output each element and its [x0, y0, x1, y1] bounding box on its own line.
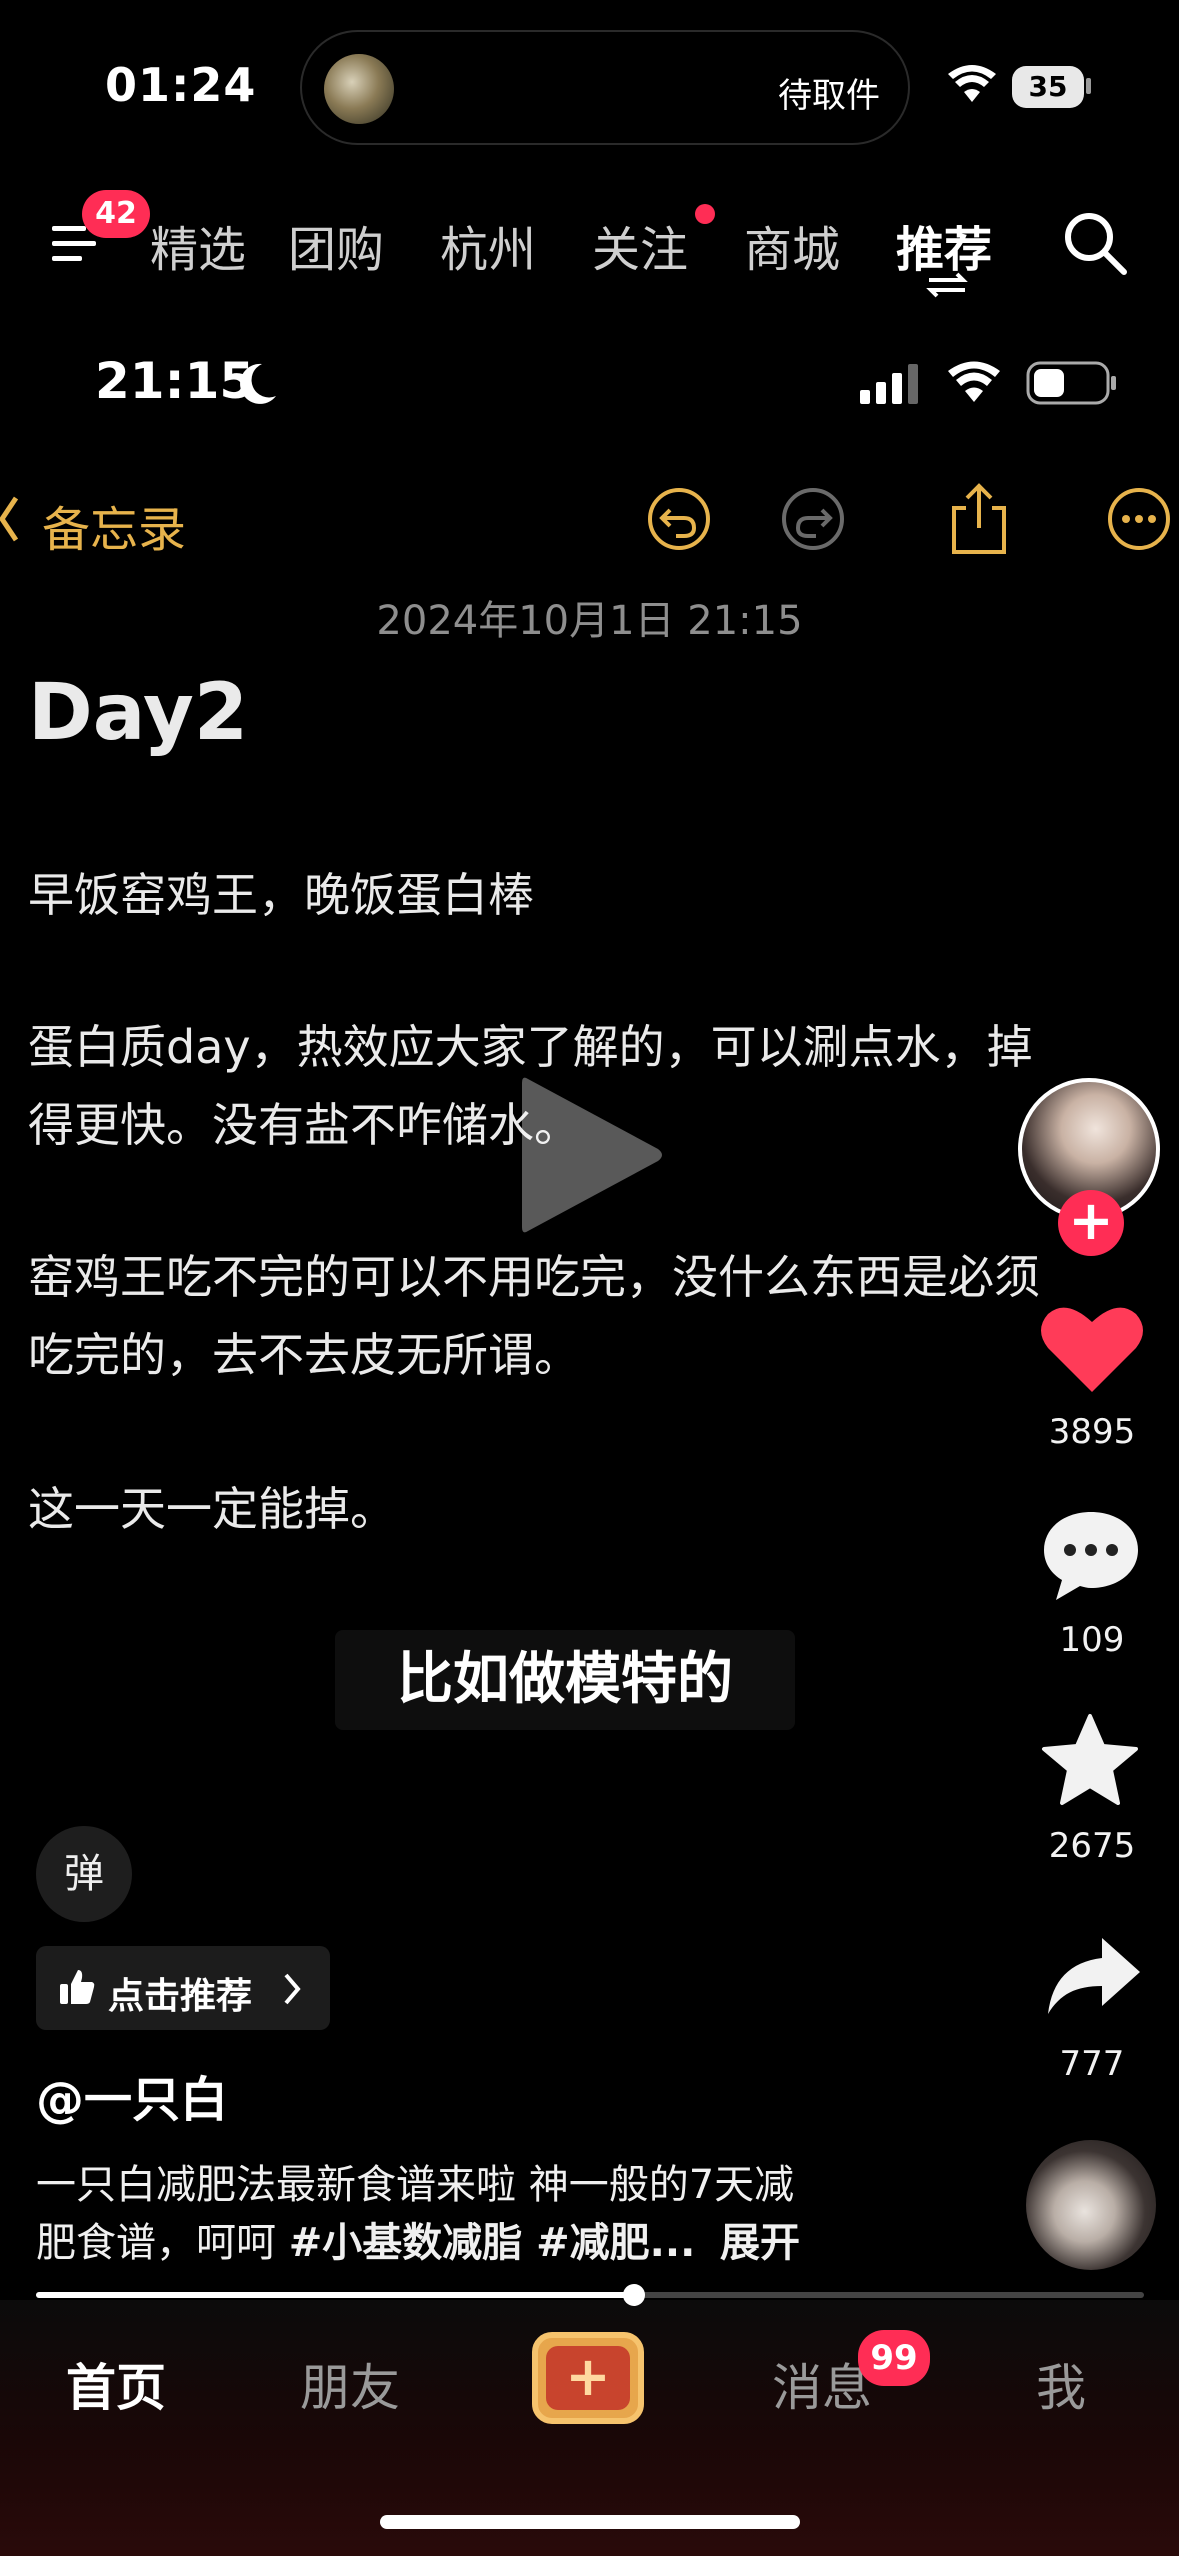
- notes-back-label[interactable]: 备忘录: [42, 490, 186, 560]
- plus-icon: +: [546, 2346, 630, 2410]
- more-icon[interactable]: [1106, 486, 1172, 552]
- share-arrow-icon[interactable]: [1046, 1934, 1142, 2018]
- undo-icon[interactable]: [646, 486, 712, 552]
- wifi-icon: [948, 65, 996, 102]
- chevron-right-icon: [284, 1973, 301, 2005]
- inner-battery-icon: [1026, 361, 1116, 405]
- dynamic-island[interactable]: 待取件: [300, 30, 910, 145]
- note-heading: Day2: [28, 668, 249, 758]
- share-note-icon[interactable]: [946, 482, 1012, 556]
- moon-icon: [240, 363, 276, 404]
- recommend-label: 点击推荐: [108, 1976, 253, 2017]
- inner-status-time: 21:15: [95, 352, 255, 410]
- video-progress-bar[interactable]: [36, 2284, 1144, 2306]
- home-indicator: [380, 2515, 800, 2529]
- follow-plus-button[interactable]: +: [1058, 1190, 1124, 1256]
- share-count: 777: [1059, 2044, 1125, 2084]
- note-line: 得更快。没有盐不咋储水。: [28, 1098, 580, 1152]
- tab-hangzhou[interactable]: 杭州: [440, 210, 536, 280]
- recommend-button[interactable]: 点击推荐: [36, 1946, 330, 2030]
- tab-mall[interactable]: 商城: [744, 210, 840, 280]
- tab-messages[interactable]: 消息: [772, 2348, 872, 2420]
- danmaku-toggle[interactable]: 弹: [36, 1826, 132, 1922]
- note-line: 这一天一定能掉。: [28, 1482, 396, 1536]
- following-dot: [695, 204, 715, 224]
- menu-badge: 42: [82, 190, 150, 238]
- progress-knob[interactable]: [623, 2284, 645, 2306]
- comment-icon[interactable]: [1042, 1508, 1140, 1602]
- battery-nub: [1086, 78, 1091, 94]
- tab-friends[interactable]: 朋友: [300, 2348, 400, 2420]
- tab-recommend[interactable]: 推荐: [896, 210, 992, 280]
- progress-fill: [36, 2292, 634, 2298]
- note-line: 早饭窑鸡王，晚饭蛋白棒: [28, 868, 534, 922]
- search-icon[interactable]: [1062, 210, 1128, 276]
- island-thumbnail: [324, 54, 394, 124]
- description-line-1: 一只白减肥法最新食谱来啦 神一般的7天减: [36, 2162, 795, 2208]
- description-text: 肥食谱，呵呵: [36, 2220, 289, 2266]
- redo-icon[interactable]: [780, 486, 846, 552]
- note-line: 窑鸡王吃不完的可以不用吃完，没什么东西是必须: [28, 1250, 1040, 1304]
- messages-badge: 99: [858, 2330, 930, 2386]
- tab-group-buy[interactable]: 团购: [288, 210, 384, 280]
- back-chevron-icon[interactable]: [0, 494, 20, 544]
- thumbs-up-icon: [60, 1970, 95, 2004]
- like-count: 3895: [1048, 1412, 1136, 1452]
- music-disc-avatar[interactable]: [1026, 2140, 1156, 2270]
- battery-indicator: 35: [1012, 66, 1084, 108]
- status-time: 01:24: [105, 58, 257, 112]
- note-line: 吃完的，去不去皮无所谓。: [28, 1328, 580, 1382]
- expand-link[interactable]: 展开: [720, 2220, 800, 2266]
- tab-home[interactable]: 首页: [66, 2348, 166, 2420]
- create-button[interactable]: +: [532, 2332, 644, 2424]
- description-line-2: 肥食谱，呵呵 #小基数减脂 #减肥... 展开: [36, 2210, 800, 2268]
- like-heart-icon[interactable]: [1040, 1302, 1144, 1394]
- favorite-count: 2675: [1048, 1826, 1136, 1866]
- author-name[interactable]: @一只白: [36, 2060, 228, 2130]
- switch-arrows-icon: [926, 272, 968, 298]
- tab-following[interactable]: 关注: [592, 210, 688, 280]
- comment-count: 109: [1059, 1620, 1125, 1660]
- video-subtitle: 比如做模特的: [335, 1630, 795, 1730]
- favorite-star-icon[interactable]: [1040, 1712, 1140, 1808]
- play-icon[interactable]: [508, 1065, 668, 1245]
- note-date: 2024年10月1日 21:15: [376, 598, 803, 644]
- cellular-signal-icon: [860, 364, 918, 404]
- hashtags[interactable]: #小基数减脂 #减肥...: [289, 2220, 696, 2266]
- inner-wifi-icon: [948, 361, 1000, 402]
- tab-me[interactable]: 我: [1036, 2348, 1086, 2420]
- tab-featured[interactable]: 精选: [150, 210, 246, 280]
- island-pickup-text: 待取件: [778, 76, 880, 116]
